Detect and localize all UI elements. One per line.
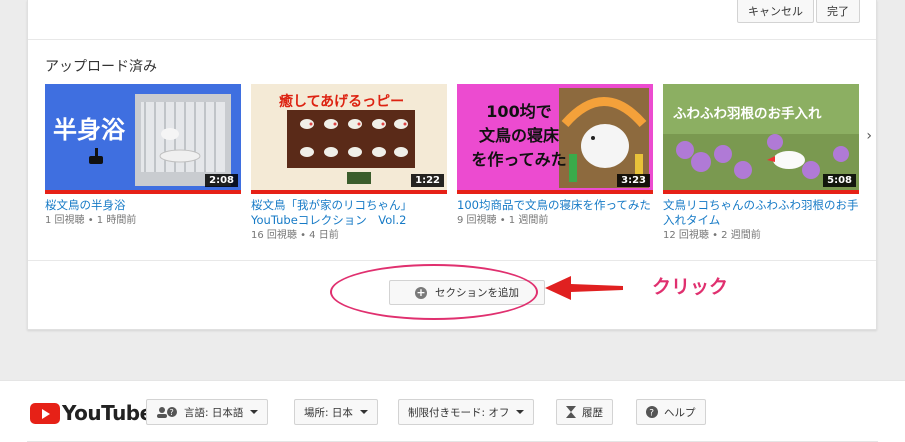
video-thumbnail[interactable]: 半身浴 2:08 (45, 84, 241, 194)
video-item[interactable]: 100均で 文鳥の寝床 を作ってみた 3:23 100均商品で文鳥の寝床を作って… (457, 84, 653, 243)
video-duration: 3:23 (617, 174, 650, 187)
logo-text: YouTube (62, 401, 153, 425)
video-title-link[interactable]: 100均商品で文鳥の寝床を作ってみた (457, 198, 653, 213)
watch-progress-bar (457, 190, 653, 194)
caret-down-icon (250, 410, 259, 414)
help-icon: ? (646, 406, 658, 418)
play-icon (30, 402, 60, 424)
video-meta: 12 回視聴 • 2 週間前 (663, 230, 761, 241)
watch-progress-bar (663, 190, 859, 194)
video-item[interactable]: 半身浴 2:08 桜文鳥の半身浴 1 回視聴 • 1 時間前 (45, 84, 241, 243)
svg-text:?: ? (170, 408, 174, 417)
location-button[interactable]: 場所: 日本 (294, 399, 378, 425)
thumbnail-caption: 半身浴 (53, 116, 125, 144)
video-meta: 1 回視聴 • 1 時間前 (45, 215, 137, 226)
video-shelf: 半身浴 2:08 桜文鳥の半身浴 1 回視聴 • 1 時間前 癒してあげるっピー… (45, 84, 869, 243)
video-title-link[interactable]: 桜文鳥「我が家のリコちゃん」YouTubeコレクション Vol.2 (251, 198, 447, 228)
restricted-mode-label: 制限付きモード: オフ (408, 406, 510, 419)
language-icon: ? (156, 406, 178, 418)
section-title: アップロード済み (45, 59, 157, 75)
video-title-link[interactable]: 文鳥リコちゃんのふわふわ羽根のお手入れタイム (663, 198, 859, 228)
footer: YouTube ? 言語: 日本語 場所: 日本 制限付きモード: オフ 履歴 … (0, 380, 905, 442)
language-label: 言語: 日本語 (184, 406, 244, 419)
watch-progress-bar (251, 190, 447, 194)
video-meta: 9 回視聴 • 1 週間前 (457, 215, 549, 226)
video-thumbnail[interactable]: 100均で 文鳥の寝床 を作ってみた 3:23 (457, 84, 653, 194)
video-duration: 1:22 (411, 174, 444, 187)
thumbnail-caption: 癒してあげるっピー (279, 94, 405, 110)
language-button[interactable]: ? 言語: 日本語 (146, 399, 269, 425)
video-duration: 5:08 (823, 174, 856, 187)
video-item[interactable]: 癒してあげるっピー 1:22 桜文鳥「我が家のリコちゃん」YouTubeコレクシ… (251, 84, 447, 243)
caret-down-icon (516, 410, 525, 414)
history-button[interactable]: 履歴 (556, 399, 613, 425)
divider (28, 39, 876, 40)
svg-text:?: ? (649, 409, 654, 419)
help-label: ヘルプ (664, 406, 696, 419)
thumbnail-caption: 100均で 文鳥の寝床 を作ってみた (471, 102, 567, 169)
video-duration: 2:08 (205, 174, 238, 187)
video-thumbnail[interactable]: 癒してあげるっピー 1:22 (251, 84, 447, 194)
watch-progress-bar (45, 190, 241, 194)
thumbnail-caption: ふわふわ羽根のお手入れ (673, 106, 822, 122)
help-button[interactable]: ? ヘルプ (636, 399, 706, 425)
arrow-left-icon (545, 276, 623, 300)
cancel-button[interactable]: キャンセル (737, 0, 814, 23)
highlight-ellipse (330, 264, 538, 320)
video-item[interactable]: ふわふわ羽根のお手入れ 5:08 文鳥リコちゃんのふわふわ羽根のお手入れタイム … (663, 84, 859, 243)
location-label: 場所: 日本 (304, 406, 353, 419)
history-label: 履歴 (582, 406, 603, 419)
chevron-right-icon[interactable]: › (866, 128, 872, 144)
video-thumbnail[interactable]: ふわふわ羽根のお手入れ 5:08 (663, 84, 859, 194)
divider (28, 260, 876, 261)
annotation-label: クリック (652, 276, 729, 298)
caret-down-icon (359, 410, 368, 414)
done-button[interactable]: 完了 (816, 0, 860, 23)
hourglass-icon (566, 406, 576, 418)
youtube-logo[interactable]: YouTube (30, 401, 153, 425)
edit-actions: キャンセル 完了 (737, 0, 860, 23)
restricted-mode-button[interactable]: 制限付きモード: オフ (398, 399, 535, 425)
video-meta: 16 回視聴 • 4 日前 (251, 230, 339, 241)
video-title-link[interactable]: 桜文鳥の半身浴 (45, 198, 241, 213)
